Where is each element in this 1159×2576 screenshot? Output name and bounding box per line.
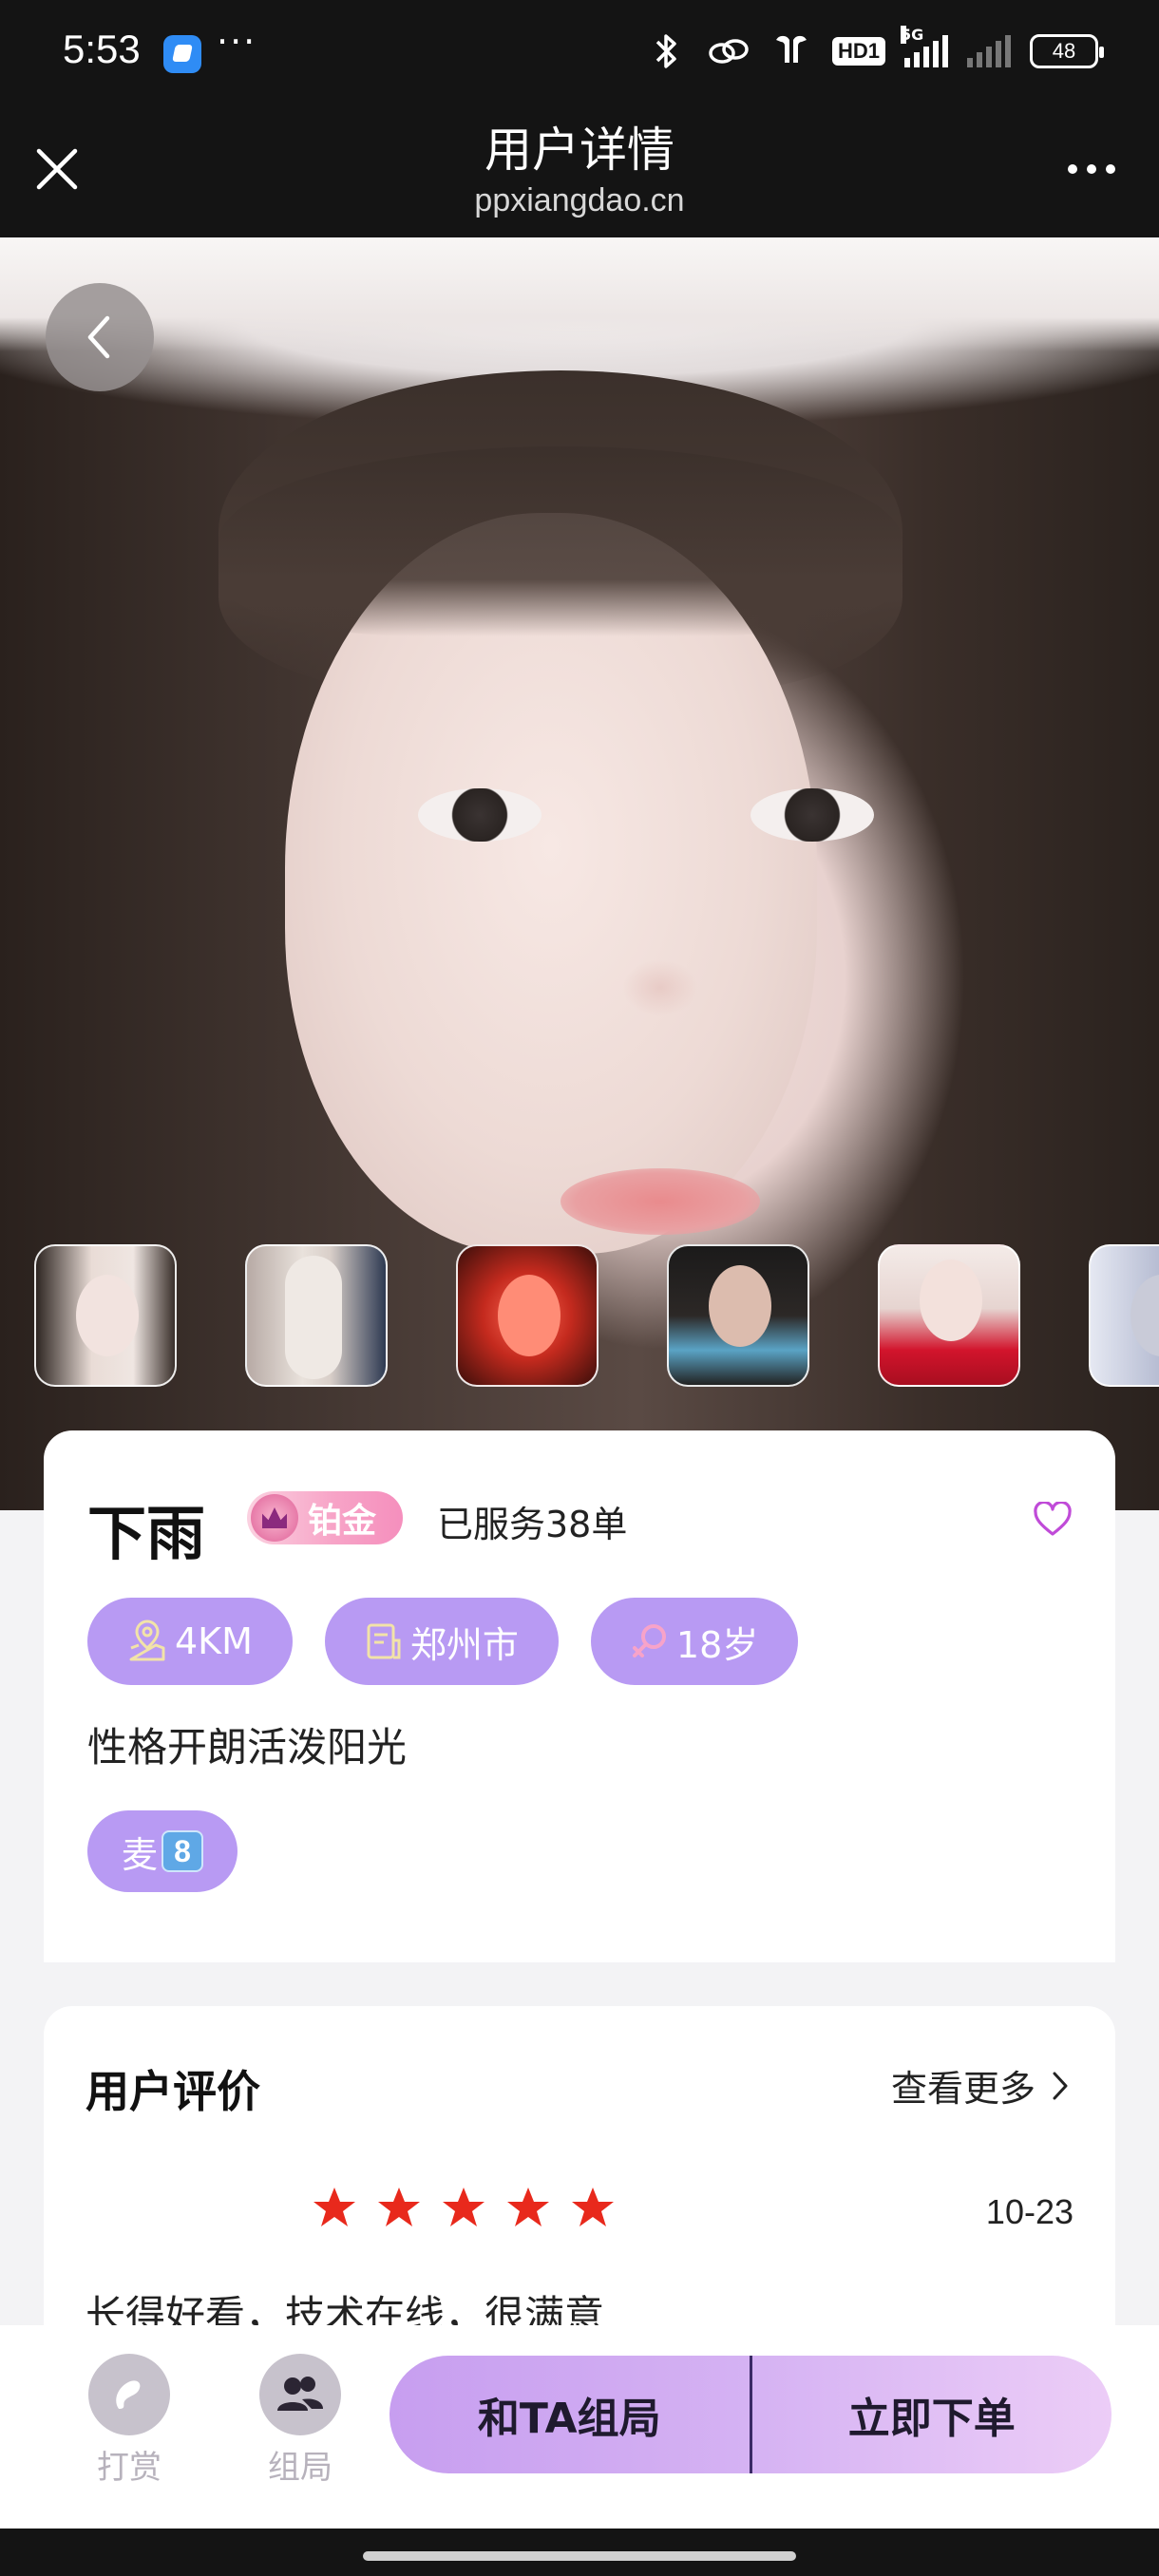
link-icon — [707, 29, 750, 73]
hero-lips — [560, 1168, 760, 1235]
crown-icon — [251, 1494, 298, 1542]
more-dots-icon — [1068, 164, 1077, 174]
chip-distance-label: 4KM — [175, 1620, 253, 1662]
reviews-more-link[interactable]: 查看更多 — [891, 2059, 1070, 2112]
star-icon — [443, 2188, 484, 2226]
photo-thumbnails — [34, 1244, 1159, 1387]
status-time: 5:53 — [63, 27, 141, 71]
tip-button[interactable]: 打赏 — [82, 2354, 177, 2488]
review-rating — [312, 2185, 616, 2230]
bottom-action-bar: 打赏 组局 和TA组局 立即下单 — [0, 2325, 1159, 2529]
tip-label: 打赏 — [97, 2449, 162, 2487]
more-menu-button[interactable] — [1058, 141, 1125, 198]
chevron-right-icon — [1053, 2072, 1068, 2099]
city-icon — [367, 1623, 401, 1659]
group-icon — [259, 2354, 341, 2435]
group-with-ta-button[interactable]: 和TA组局 — [390, 2356, 750, 2473]
photo-thumbnail[interactable] — [878, 1244, 1020, 1387]
gesture-bar — [0, 2529, 1159, 2576]
home-indicator[interactable] — [363, 2551, 796, 2561]
photo-thumbnail[interactable] — [456, 1244, 598, 1387]
photo-thumbnail[interactable] — [667, 1244, 809, 1387]
app-notification-icon — [163, 35, 201, 73]
battery-icon: 48 — [1030, 34, 1104, 68]
female-icon — [632, 1624, 666, 1657]
profile-name: 下雨 — [87, 1499, 206, 1568]
chip-distance: 4KM — [87, 1598, 293, 1685]
star-icon — [378, 2188, 420, 2226]
tag-label: 麦 — [122, 1833, 159, 1876]
chip-city: 郑州市 — [324, 1598, 559, 1685]
status-more-icon: ··· — [217, 21, 257, 63]
hd-badge: HD1 — [831, 37, 885, 66]
status-bar: 5:53 ··· HD1 5G 48 — [0, 0, 1159, 103]
group-label: 组局 — [268, 2449, 332, 2487]
group-button[interactable]: 组局 — [253, 2354, 348, 2488]
served-count: 已服务38单 — [437, 1504, 628, 1545]
page-domain: ppxiangdao.cn — [474, 182, 685, 218]
back-button[interactable] — [46, 283, 154, 391]
photo-thumbnail[interactable] — [34, 1244, 177, 1387]
star-icon — [572, 2188, 614, 2226]
heart-icon — [1034, 1502, 1072, 1536]
hero-nose — [622, 959, 698, 1016]
star-icon — [507, 2188, 549, 2226]
chip-age-label: 18岁 — [675, 1623, 759, 1666]
cta-group: 和TA组局 立即下单 — [390, 2356, 1112, 2473]
signal-icon: 5G — [901, 26, 948, 67]
order-now-button[interactable]: 立即下单 — [752, 2356, 1112, 2473]
title-bar: 用户详情 ppxiangdao.cn — [0, 103, 1159, 237]
signal-secondary-icon — [967, 35, 1011, 67]
profile-card: 下雨 铂金 已服务38单 4KM 郑州市 18岁 性格开朗活泼阳光 麦 8 — [44, 1430, 1115, 1962]
tag-chip: 麦 8 — [87, 1810, 238, 1892]
photo-thumbnail[interactable] — [245, 1244, 388, 1387]
chip-age: 18岁 — [590, 1598, 799, 1685]
location-icon — [129, 1619, 165, 1661]
star-icon — [314, 2188, 355, 2226]
tier-label: 铂金 — [308, 1502, 377, 1541]
profile-chips: 4KM 郑州市 18岁 — [87, 1598, 799, 1685]
hero-eye-left — [418, 788, 542, 842]
review-date: 10-23 — [985, 2192, 1074, 2231]
hero-hat — [0, 237, 1159, 351]
favorite-button[interactable] — [1030, 1497, 1075, 1543]
bluetooth-icon — [644, 29, 688, 73]
status-icons: HD1 5G 48 — [644, 26, 1104, 76]
chip-city-label: 郑州市 — [409, 1623, 519, 1666]
chevron-left-icon — [87, 315, 110, 359]
earbuds-icon — [770, 29, 813, 73]
page-title: 用户详情 — [484, 123, 674, 178]
keycap-number-icon: 8 — [162, 1830, 204, 1872]
hero-eye-right — [750, 788, 874, 842]
hero-photo[interactable] — [0, 237, 1159, 1510]
tip-icon — [88, 2354, 170, 2435]
profile-bio: 性格开朗活泼阳光 — [87, 1724, 408, 1771]
tier-badge: 铂金 — [247, 1491, 403, 1544]
photo-thumbnail[interactable] — [1089, 1244, 1159, 1387]
reviews-more-label: 查看更多 — [890, 2068, 1036, 2110]
reviews-title: 用户评价 — [86, 2066, 260, 2117]
